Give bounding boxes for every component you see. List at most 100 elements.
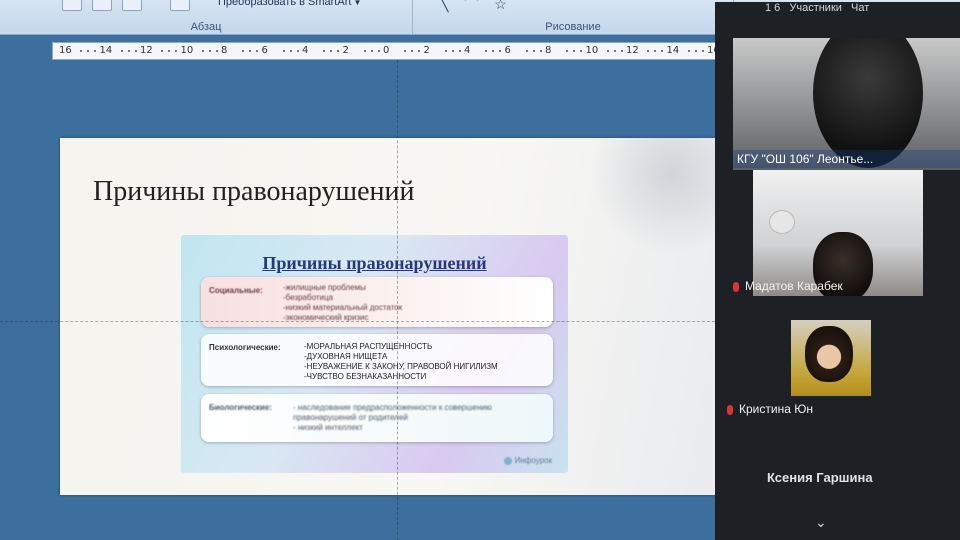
participant-name-4[interactable]: Ксения Гаршина [767,470,873,485]
ruler-mark [323,50,325,52]
ruler-tick-label: 8 [221,45,228,56]
list-item: -низкий материальный достаток [283,303,403,312]
call-toolbar: 1 6 Участники Чат [765,2,960,26]
list-item: -жилищные проблемы [283,283,366,292]
slide-title[interactable]: Причины правонарушений [93,176,415,208]
ruler-mark [613,50,616,52]
ruler-mark [492,50,494,52]
ruler-mark [87,50,89,52]
slide-canvas[interactable]: Причины правонарушений Причины правонару… [60,138,723,495]
participant-video-3[interactable] [791,320,871,396]
paragraph-group-label: Абзац [190,21,222,33]
ruler-mark [606,50,609,52]
ruler-mark [532,50,535,52]
paragraph-group: Абзац [0,0,413,34]
participant-name-3: Кристина Юн [727,402,813,416]
vertical-guide [397,60,398,540]
list-item: -ЧУВСТВО БЕЗНАКАЗАННОСТИ [304,372,427,381]
toolbar-item[interactable]: Участники [789,2,842,14]
toolbar-item[interactable]: Чат [851,2,869,14]
ruler-tick-label: 16 [59,45,72,56]
ruler-mark [573,50,575,52]
image-title: Причины правонарушений [262,253,487,273]
ruler-tick-label: 2 [342,45,349,56]
ruler-mark [661,50,663,52]
drawing-group-label: Рисование [545,21,601,33]
ruler-mark [94,50,96,52]
brand-text: Инфоурок [514,456,552,465]
muted-mic-icon [727,404,733,415]
ruler-mark [499,50,501,52]
ruler-mark [694,50,697,52]
participant-name-1: КГУ "ОШ 106" Леонтье... [737,152,874,166]
list-item: -ДУХОВНАЯ НИЩЕТА [304,352,388,361]
ruler-tick-label: 12 [140,45,153,56]
participant-silhouette [813,38,923,168]
ruler-mark [296,50,299,52]
list-item: - низкий интеллект [293,423,363,432]
ruler-mark [330,50,332,52]
horizontal-ruler[interactable]: 16 14 12 10 8 6 4 2 0 2 4 6 8 10 12 14 16 [52,42,730,60]
brand-logo: Инфоурок [503,456,552,465]
ruler-mark [620,50,623,52]
ruler-tick-label: 12 [626,45,639,56]
participant-name-2: Мадатов Карабек [733,279,843,293]
ruler-tick-label: 0 [383,45,390,56]
ruler-mark [256,50,258,52]
panel-category: Психологические: [209,343,281,352]
ruler-mark [80,50,82,52]
ruler-mark [249,50,251,52]
ruler-mark [566,50,568,52]
slide-decoration [593,138,723,258]
chevron-down-icon[interactable]: ⌄ [815,514,827,531]
ruler-tick-label: 10 [585,45,599,56]
ruler-tick-label: 14 [99,45,113,56]
ruler-mark [120,50,123,52]
ruler-mark [687,50,690,52]
slide-image[interactable]: Причины правонарушений Социальные: -жили… [181,235,568,473]
participant-name-text: Кристина Юн [739,402,813,416]
ruler-mark [525,50,528,52]
ruler-mark [201,50,204,52]
ruler-mark [134,50,137,52]
ruler-tick-label: 10 [180,45,194,56]
video-call-panel: 1 6 Участники Чат КГУ "ОШ 106" Леонтье..… [715,2,960,540]
ruler-mark [175,50,177,52]
brand-icon [503,456,512,465]
ruler-mark [647,50,649,52]
list-item: -безработица [283,293,334,302]
ruler-mark [485,50,487,52]
ruler-mark [451,50,454,52]
ruler-mark [127,50,130,52]
horizontal-guide [0,321,730,322]
ruler-mark [370,50,373,52]
drawing-group: Рисование [413,0,734,34]
ruler-mark [289,50,292,52]
ruler-mark [654,50,656,52]
ruler-mark [404,50,406,52]
ruler-mark [242,50,244,52]
ruler-tick-label: 4 [464,45,471,56]
ruler-mark [161,50,163,52]
lamp-shape [769,210,795,234]
ruler-mark [377,50,380,52]
list-item: -НЕУВАЖЕНИЕ К ЗАКОНУ, ПРАВОВОЙ НИГИЛИЗМ [304,362,498,371]
participant-name-text: Мадатов Карабек [745,279,843,293]
panel-category: Биологические: [209,403,272,412]
list-item: -МОРАЛЬНАЯ РАСПУЩЕННОСТЬ [304,342,433,351]
ruler-mark [337,50,339,52]
ruler-tick-label: 8 [545,45,552,56]
ruler-mark [411,50,413,52]
ruler-tick-label: 2 [423,45,430,56]
participant-video-2[interactable] [753,170,923,296]
muted-mic-icon [733,281,739,292]
list-item: - наследование предрасположенности к сов… [293,403,492,412]
social-causes-panel: Социальные: -жилищные проблемы -безработ… [201,277,553,327]
panel-category: Социальные: [209,286,263,295]
ruler-mark [701,50,704,52]
toolbar-item[interactable]: 1 6 [765,2,780,14]
ruler-mark [458,50,461,52]
participant-face [805,326,853,382]
ruler-mark [444,50,447,52]
ruler-mark [418,50,420,52]
